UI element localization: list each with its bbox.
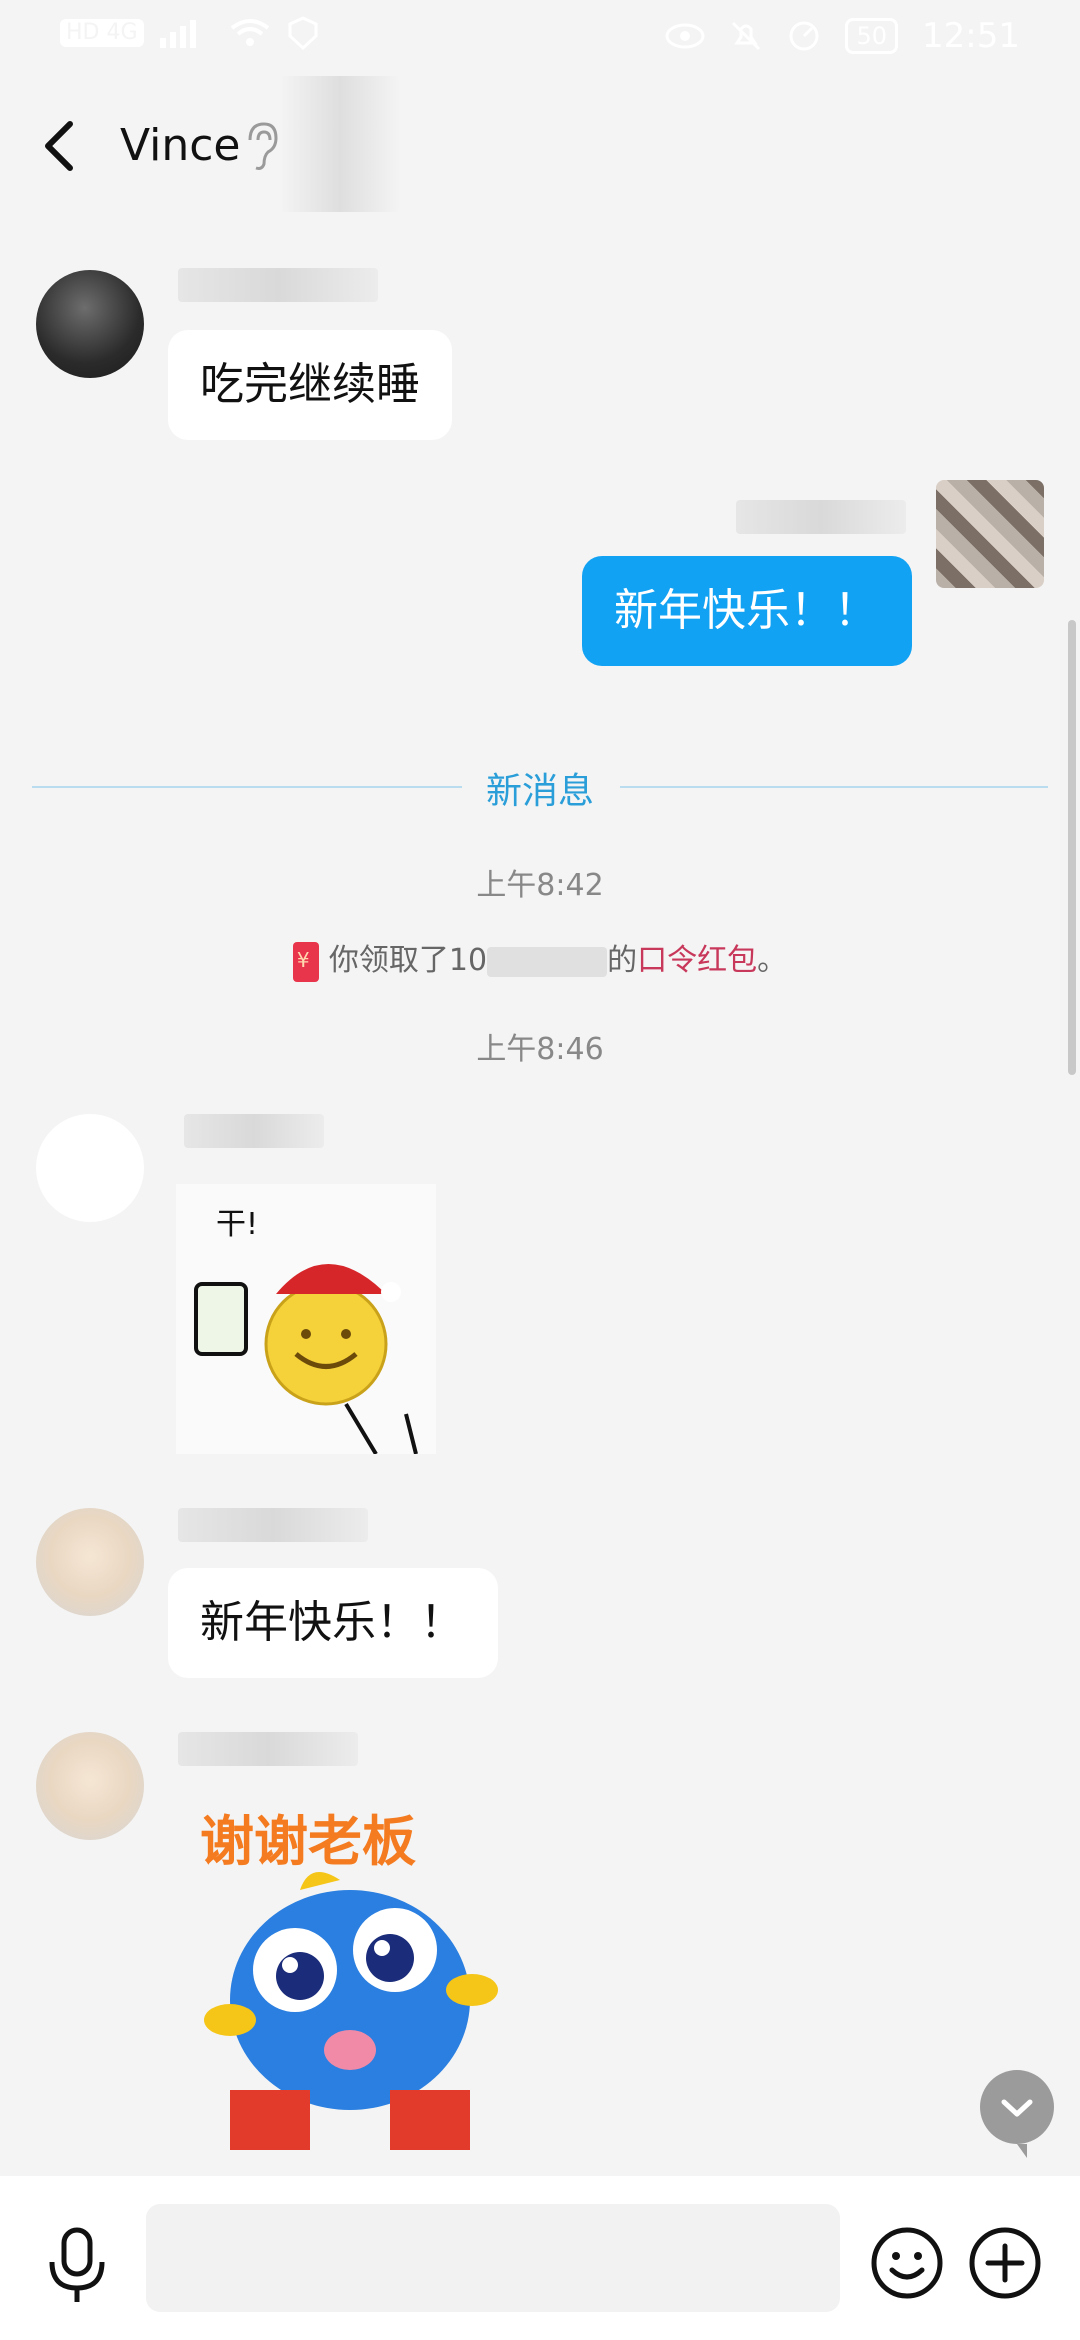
chat-title[interactable]: Vince (120, 116, 241, 176)
redpacket-link[interactable]: 口令红包 (637, 943, 757, 978)
ear-icon[interactable] (240, 120, 280, 172)
avatar[interactable] (936, 480, 1044, 588)
network-type-badge: HD 4G (60, 19, 144, 47)
eye-icon (665, 23, 705, 49)
mute-bell-icon (732, 21, 761, 51)
message-bubble[interactable]: 新年快乐！！ (168, 1568, 498, 1678)
timestamp: 上午8:42 (476, 868, 604, 903)
wifi-icon (230, 19, 269, 46)
notice-suffix: 。 (757, 943, 788, 978)
sticker-text: 干! (216, 1207, 258, 1242)
redpacket-notice: 你领取了10 的口令红包。 (0, 935, 1080, 982)
scroll-to-bottom-button[interactable] (980, 2070, 1054, 2158)
data-saver-icon (789, 21, 819, 51)
sticker-cheers[interactable]: 干! (176, 1184, 436, 1456)
message-input[interactable] (146, 2204, 840, 2312)
avatar[interactable] (36, 1732, 144, 1840)
sender-name-redacted (178, 1508, 368, 1542)
message-bubble[interactable]: 吃完继续睡 (168, 330, 452, 440)
sticker-thanks-boss[interactable]: 谢谢老板 (190, 1800, 530, 2160)
chat-header: Vince (0, 76, 1080, 212)
avatar[interactable] (36, 270, 144, 378)
sender-name-redacted (736, 500, 906, 534)
status-right: 50 12:51 (665, 16, 1020, 56)
avatar[interactable] (36, 1114, 144, 1222)
clock: 12:51 (922, 16, 1020, 56)
message-bubble[interactable]: 新年快乐！！ (582, 556, 912, 666)
status-bar: HD 4G 50 12:51 (0, 0, 1080, 76)
plus-icon[interactable] (968, 2226, 1042, 2300)
microphone-icon[interactable] (42, 2226, 112, 2306)
blue-mascot-icon: 谢谢老板 (200, 1810, 498, 2150)
shield-icon (288, 16, 318, 50)
notice-mid: 的 (607, 943, 638, 978)
sticker-text: 谢谢老板 (200, 1810, 416, 1873)
sender-name-redacted (184, 1114, 324, 1148)
status-left: HD 4G (60, 16, 320, 50)
blurred-region (280, 76, 400, 212)
scrollbar[interactable] (1068, 620, 1076, 1075)
chevron-down-icon (1001, 2099, 1033, 2117)
red-packet-icon (292, 941, 319, 982)
battery-indicator: 50 (845, 18, 899, 54)
signal-icon (159, 20, 196, 48)
emoji-icon[interactable] (870, 2226, 944, 2300)
new-messages-divider: 新消息 (485, 771, 594, 812)
input-bar (0, 2176, 1080, 2340)
notice-prefix: 你领取了10 (328, 943, 488, 978)
timestamp: 上午8:46 (476, 1032, 604, 1067)
cheers-emoji-icon: 干! (194, 1207, 418, 1456)
redacted-text (487, 946, 608, 977)
sender-name-redacted (178, 1732, 358, 1766)
chevron-left-icon[interactable] (34, 116, 90, 176)
avatar[interactable] (36, 1508, 144, 1616)
sender-name-redacted (178, 268, 378, 302)
